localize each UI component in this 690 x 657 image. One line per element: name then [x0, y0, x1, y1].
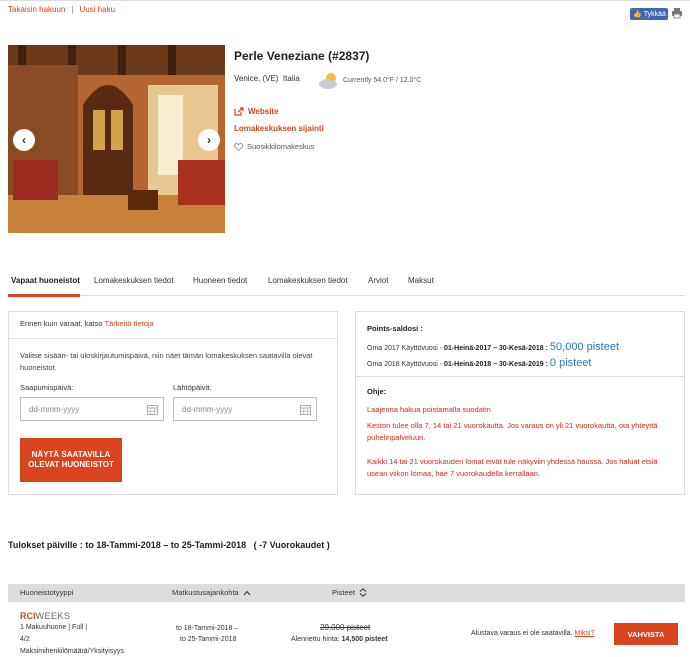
help-text-duration: Keston tulee olla 7, 14 tai 21 vuorokaut…: [367, 421, 658, 442]
divider: [9, 338, 337, 339]
favorite-label: Suosikkilomakeskus: [247, 142, 315, 151]
external-link-icon: [234, 107, 244, 116]
unit-bedrooms: 1 Makuuhuone: [20, 624, 67, 631]
points-value: 50,000 pisteet: [549, 341, 620, 353]
calendar-icon[interactable]: [147, 404, 158, 415]
sort-up-icon: [243, 590, 251, 595]
calendar-icon[interactable]: [300, 404, 311, 415]
results-dates: Tulokset päiville : to 18-Tammi-2018 – t…: [8, 540, 247, 550]
points-row: Oma 2017 Käyttövuosi - 01-Heinä-2017 – 3…: [367, 341, 619, 353]
discount-label: Alennettu hinta:: [291, 636, 340, 643]
unit-type: 1 Makuuhuone | Full |: [20, 624, 88, 631]
tab-resort-details[interactable]: Lomakeskuksen tiedot: [268, 276, 348, 285]
use-year-range: 01-Heinä-2017 – 30-Kesä-2018 :: [444, 345, 548, 352]
departure-placeholder: dd-mmm-yyyy: [182, 404, 233, 414]
thumbs-up-icon: 👍: [633, 11, 642, 18]
results-nights: ( -7 Vuorokaudet ): [253, 540, 330, 550]
resort-title: Perle Veneziane (#2837): [234, 49, 370, 63]
original-points: 29,000 pisteet: [320, 623, 371, 632]
unit-occupancy-label: Maksimihenkilömäärä/Yksityisyys: [20, 648, 124, 655]
important-info-link[interactable]: Tärkeitä tietoja: [105, 319, 154, 328]
back-to-search-link[interactable]: Takaisin hakuun: [8, 5, 65, 14]
arrival-placeholder: dd-mmm-yyyy: [29, 404, 80, 414]
sort-both-icon: [359, 588, 367, 597]
tab-reviews[interactable]: Arviot: [368, 276, 388, 285]
tab-unit-info[interactable]: Huoneen tiedot: [193, 276, 247, 285]
use-year-label: Oma 2017 Käyttövuosi -: [367, 345, 443, 352]
help-text-multiweek: Kaikki 14 tai 21 vuorokauden lomat eivät…: [367, 457, 658, 478]
departure-label: Lähtöpäivä:: [173, 383, 212, 392]
availability-note: Alustava varaus ei ole saatavilla. Miksi…: [471, 630, 594, 637]
help-title: Ohje:: [367, 387, 387, 396]
chevron-right-icon: ›: [207, 133, 211, 147]
tab-resort-info[interactable]: Lomakeskuksen tiedot: [94, 276, 174, 285]
divider: [356, 376, 684, 377]
help-text-filter: Laajenna hakua poistamalla suodatin: [367, 405, 491, 414]
travel-date-from: to 18-Tammi-2018 –: [176, 625, 239, 632]
unit-occupancy: 4/2: [20, 636, 30, 643]
booking-note-text: Ennen kuin varaat, katso: [20, 319, 103, 328]
website-link[interactable]: Website: [234, 107, 279, 116]
resort-country: Italia: [282, 74, 300, 83]
discounted-price: Alennettu hinta: 14,500 pisteet: [291, 634, 388, 645]
booking-note: Ennen kuin varaat, katso Tärkeitä tietoj…: [20, 319, 154, 328]
photo-prev-button[interactable]: ‹: [13, 129, 35, 151]
room-illustration: [8, 45, 225, 233]
points-balance-title: Points-saldosi :: [367, 324, 423, 333]
separator: |: [71, 5, 74, 14]
resort-photo: [8, 45, 225, 233]
why-link[interactable]: Miksi?: [575, 630, 595, 637]
chevron-left-icon: ‹: [22, 133, 26, 147]
weather-text: Currently 54.0°F / 12.0°C: [343, 77, 422, 84]
travel-date-to: to 25-Tammi-2018: [180, 636, 237, 643]
points-row: Oma 2018 Käyttövuosi - 01-Heinä-2018 – 3…: [367, 357, 592, 369]
column-header-points[interactable]: Pisteet: [332, 588, 367, 597]
unit-kitchen: Full: [72, 624, 84, 631]
heart-icon: [234, 142, 243, 151]
resort-location-link[interactable]: Lomakeskuksen sijainti: [234, 124, 324, 133]
new-search-link[interactable]: Uusi haku: [79, 5, 115, 14]
top-links: Takaisin hakuun | Uusi haku: [8, 5, 115, 14]
column-header-points-label: Pisteet: [332, 588, 355, 597]
rci-brand: RCI: [20, 611, 36, 621]
arrival-date-input[interactable]: dd-mmm-yyyy: [20, 397, 164, 421]
points-value: 0 pisteet: [549, 357, 592, 369]
website-label: Website: [248, 107, 279, 116]
date-instructions: Valitse sisään- tai uloskirjautumispäivä…: [20, 351, 313, 372]
show-available-units-button[interactable]: NÄYTÄ SAATAVILLA OLEVAT HUONEISTOT: [20, 438, 122, 482]
arrival-label: Saapumispäivä:: [20, 383, 74, 392]
active-tab-indicator: [8, 294, 80, 297]
partly-cloudy-icon: [319, 73, 337, 89]
facebook-like-button[interactable]: 👍 Tykkää: [630, 8, 668, 20]
weeks-brand: WEEKS: [35, 611, 71, 621]
resort-city: Venice, (VE): [234, 74, 279, 83]
confirm-button[interactable]: VAHVISTA: [614, 623, 678, 645]
tab-available-units[interactable]: Vapaat huoneistot: [11, 276, 80, 285]
column-header-dates-label: Matkustusajankohta: [172, 588, 239, 597]
use-year-range: 01-Heinä-2018 – 30-Kesä-2019 :: [444, 361, 548, 368]
availability-text: Alustava varaus ei ole saatavilla.: [471, 630, 573, 637]
departure-date-input[interactable]: dd-mmm-yyyy: [173, 397, 317, 421]
column-header-dates[interactable]: Matkustusajankohta: [172, 588, 251, 597]
resort-location: Venice, (VE) Italia: [234, 74, 300, 83]
photo-next-button[interactable]: ›: [198, 129, 220, 151]
facebook-like-label: Tykkää: [643, 10, 666, 18]
use-year-label: Oma 2018 Käyttövuosi -: [367, 361, 443, 368]
results-title: Tulokset päiville : to 18-Tammi-2018 – t…: [8, 540, 330, 550]
print-icon[interactable]: [671, 7, 683, 19]
rci-weeks-logo: RCIWEEKS: [20, 611, 71, 621]
discount-points: 14,500 pisteet: [341, 636, 388, 643]
favorite-toggle[interactable]: Suosikkilomakeskus: [234, 142, 315, 151]
column-header-type: Huoneistotyyppi: [20, 588, 74, 597]
tab-fees[interactable]: Maksut: [408, 276, 434, 285]
